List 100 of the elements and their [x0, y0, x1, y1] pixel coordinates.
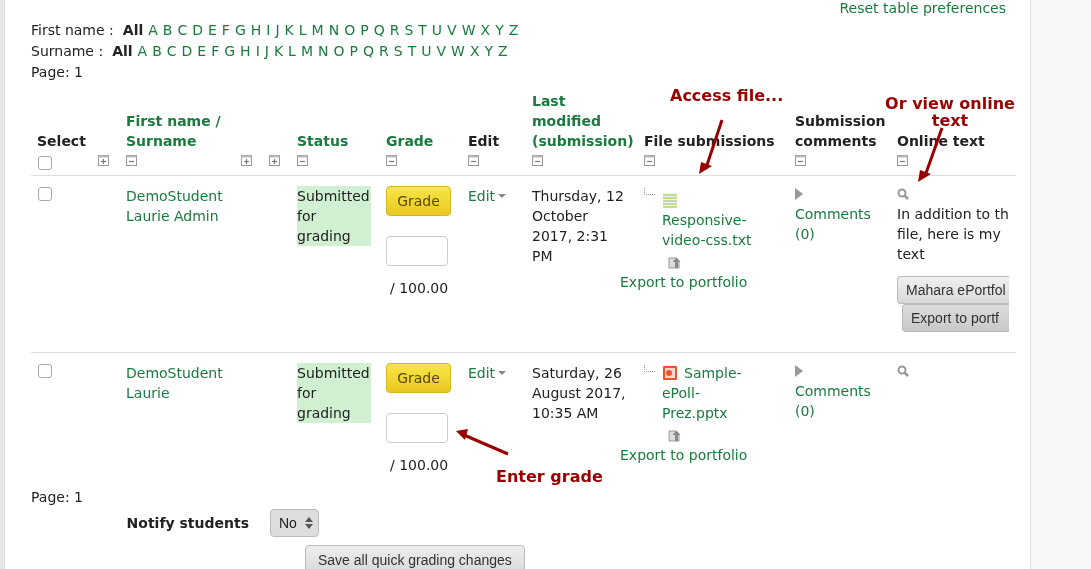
initial-link[interactable]: L — [288, 41, 296, 62]
tree-connector — [644, 188, 656, 195]
portfolio-button[interactable]: Export to portf — [902, 304, 1009, 332]
initial-link[interactable]: N — [318, 41, 329, 62]
initial-link[interactable]: P — [360, 20, 369, 41]
initial-link[interactable]: O — [333, 41, 345, 62]
filter-label: Surname : — [31, 42, 104, 61]
file-link[interactable]: Sample-ePoll-Prez.pptx — [662, 363, 754, 423]
initial-link[interactable]: T — [407, 41, 417, 62]
save-button[interactable]: Save all quick grading changes — [305, 545, 525, 569]
initial-link[interactable]: Q — [363, 41, 374, 62]
show-column-icon[interactable] — [98, 155, 109, 166]
initial-link[interactable]: N — [328, 20, 340, 41]
grade-button[interactable]: Grade — [386, 363, 451, 393]
annotation-arrow — [454, 428, 510, 456]
initial-link[interactable]: V — [436, 41, 447, 62]
initial-link[interactable]: S — [404, 20, 414, 41]
initial-link[interactable]: A — [148, 20, 158, 41]
file-link[interactable]: Responsive-video-css.txt — [662, 210, 754, 250]
initial-link[interactable]: G — [224, 41, 236, 62]
initial-link[interactable]: W — [461, 20, 476, 41]
initial-link[interactable]: J — [264, 41, 269, 62]
initial-link[interactable]: H — [250, 20, 262, 41]
reset-link[interactable]: Reset table preferences — [839, 0, 1006, 16]
hide-column-icon[interactable] — [386, 155, 397, 166]
column-header[interactable]: First name / Surname — [126, 111, 229, 151]
student-name-link[interactable]: DemoStudent Laurie Admin — [126, 186, 229, 226]
column-header[interactable]: Status — [297, 131, 374, 151]
checkbox[interactable] — [38, 156, 52, 170]
initial-link[interactable]: B — [152, 41, 162, 62]
up-down-icon — [304, 516, 313, 530]
initial-link[interactable]: C — [177, 20, 188, 41]
portfolio-button[interactable]: Mahara ePortfol — [897, 276, 1009, 304]
grade-button[interactable]: Grade — [386, 186, 451, 216]
initial-link[interactable]: R — [379, 41, 389, 62]
initial-link[interactable]: X — [480, 20, 491, 41]
initial-link[interactable]: K — [273, 41, 284, 62]
comments-link[interactable]: Comments (0) — [795, 381, 885, 421]
export-link[interactable]: Export to portfolio — [620, 445, 754, 465]
initial-link[interactable]: M — [300, 41, 313, 62]
initial-link[interactable]: E — [197, 41, 207, 62]
checkbox[interactable] — [38, 364, 52, 378]
initial-link[interactable]: Y — [484, 41, 494, 62]
initial-link[interactable]: H — [240, 41, 251, 62]
initial-link[interactable]: M — [311, 20, 324, 41]
status-label: Submitted for grading — [297, 186, 371, 246]
edit-menu[interactable]: Edit — [468, 186, 507, 206]
initial-link[interactable]: E — [208, 20, 217, 41]
initial-link[interactable]: Y — [495, 20, 504, 41]
initial-link[interactable]: Q — [373, 20, 385, 41]
initial-link[interactable]: D — [181, 41, 193, 62]
column-header: Edit — [468, 132, 501, 151]
initial-link[interactable]: R — [389, 20, 400, 41]
initial-link[interactable]: P — [349, 41, 358, 62]
initial-link[interactable]: All — [122, 20, 144, 41]
edit-menu[interactable]: Edit — [468, 363, 507, 383]
filter-label: First name : — [31, 21, 114, 40]
hide-column-icon[interactable] — [532, 155, 543, 166]
initial-link[interactable]: S — [393, 41, 403, 62]
initial-link[interactable]: F — [221, 20, 230, 41]
hide-column-icon[interactable] — [126, 155, 137, 166]
initial-link[interactable]: U — [431, 20, 443, 41]
hide-column-icon[interactable] — [468, 155, 479, 166]
initial-link[interactable]: J — [275, 20, 280, 41]
hide-column-icon[interactable] — [897, 155, 908, 166]
annotation-text: Access file... — [670, 87, 784, 104]
initial-link[interactable]: Z — [498, 41, 508, 62]
initial-link[interactable]: U — [421, 41, 432, 62]
initial-link[interactable]: C — [166, 41, 177, 62]
initial-link[interactable]: F — [211, 41, 220, 62]
initial-link[interactable]: V — [447, 20, 457, 41]
initial-link[interactable]: A — [137, 41, 148, 62]
show-column-icon[interactable] — [241, 155, 252, 166]
checkbox[interactable] — [38, 187, 52, 201]
hide-column-icon[interactable] — [297, 155, 308, 166]
initial-link[interactable]: G — [234, 20, 246, 41]
hide-column-icon[interactable] — [795, 155, 806, 166]
initial-link[interactable]: Z — [508, 20, 519, 41]
initial-link[interactable]: D — [192, 20, 203, 41]
initial-link[interactable]: O — [344, 20, 356, 41]
grade-input[interactable] — [386, 413, 448, 443]
column-header[interactable]: Grade — [386, 131, 456, 151]
grade-input[interactable] — [386, 236, 448, 266]
initial-link[interactable]: I — [255, 41, 260, 62]
initial-link[interactable]: L — [298, 20, 307, 41]
initial-link[interactable]: K — [284, 20, 294, 41]
hide-column-icon[interactable] — [644, 155, 655, 166]
column-header[interactable]: Last modified (submission) — [532, 91, 632, 151]
export-link[interactable]: Export to portfolio — [620, 272, 754, 292]
modified-date: Thursday, 12 October 2017, 2:31 PM — [532, 187, 625, 266]
initial-link[interactable]: I — [266, 20, 271, 41]
initial-link[interactable]: B — [162, 20, 173, 41]
show-column-icon[interactable] — [269, 155, 280, 166]
comments-link[interactable]: Comments (0) — [795, 204, 885, 244]
initial-link[interactable]: T — [418, 20, 427, 41]
initial-link[interactable]: W — [451, 41, 465, 62]
initial-link[interactable]: X — [469, 41, 480, 62]
initial-link[interactable]: All — [112, 41, 133, 62]
student-name-link[interactable]: DemoStudent Laurie — [126, 363, 229, 403]
notify-select[interactable]: No — [270, 509, 319, 537]
